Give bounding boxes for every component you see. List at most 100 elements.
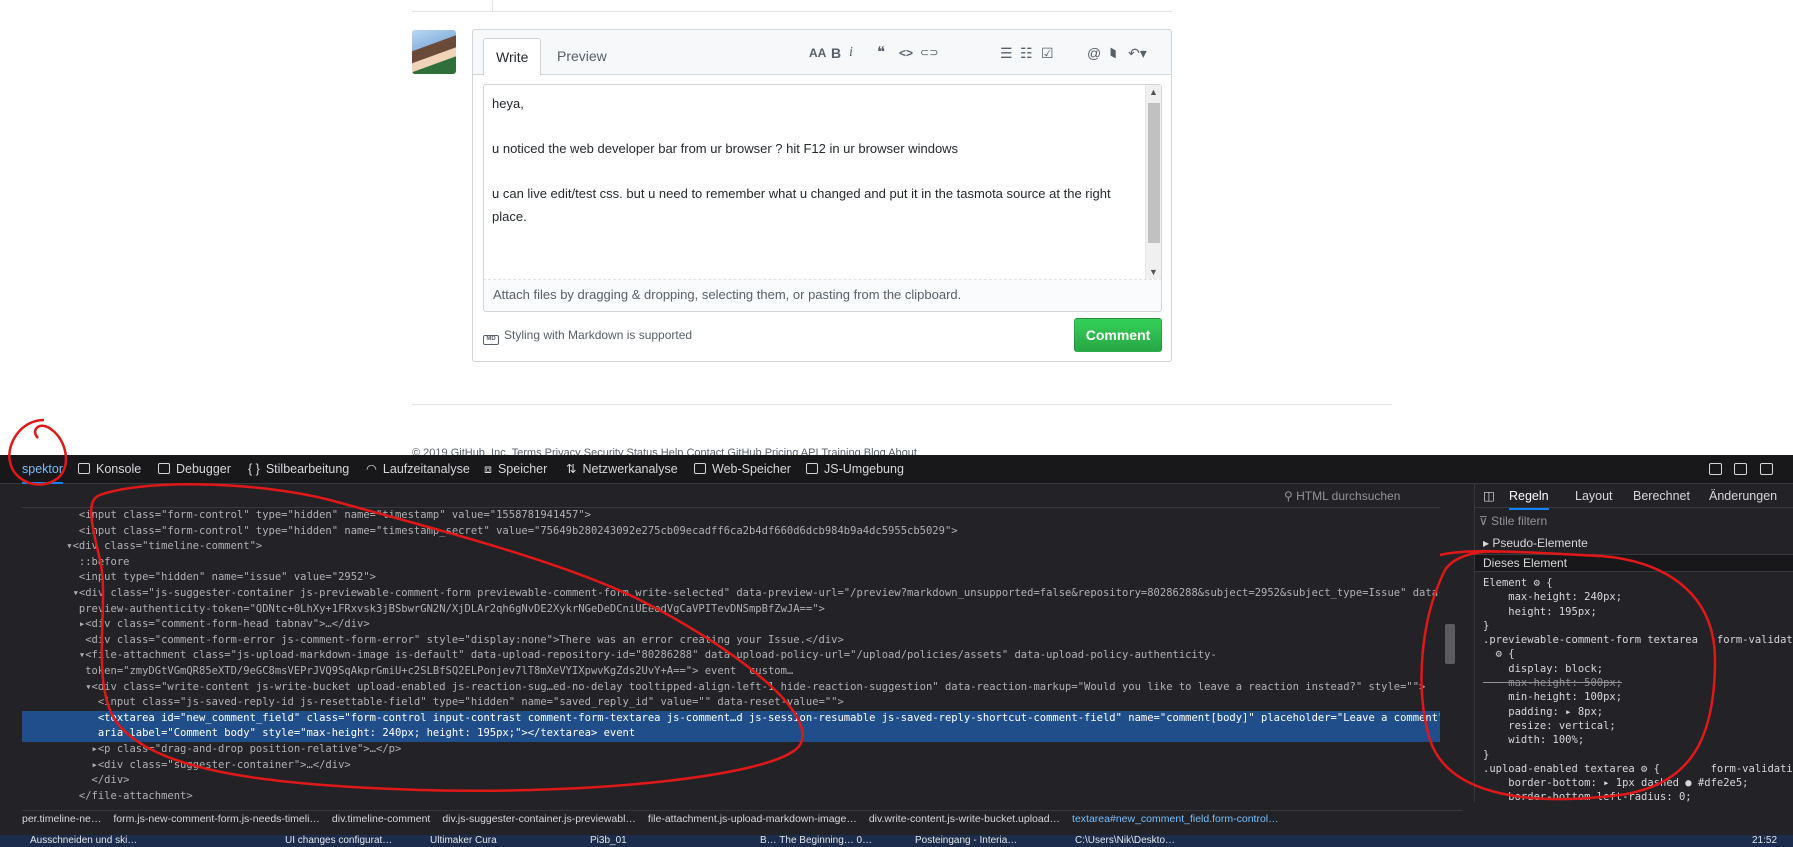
taskbar-item[interactable]: Ultimaker Cura	[430, 835, 497, 847]
scroll-down-icon[interactable]: ▼	[1146, 267, 1161, 277]
breadcrumb-item[interactable]: per.timeline-ne…	[22, 813, 101, 825]
scrollbar-thumb[interactable]	[1148, 103, 1160, 243]
css-rule-line[interactable]: border-bottom-left-radius: 0;	[1483, 790, 1793, 802]
dom-node-row[interactable]: <input type="hidden" name="issue" value=…	[22, 570, 1462, 586]
scroll-up-icon[interactable]: ▲	[1146, 87, 1161, 97]
taskbar-clock[interactable]: 21:52	[1752, 835, 1777, 847]
tab-write[interactable]: Write	[483, 38, 542, 76]
breadcrumb-item[interactable]: form.js-new-comment-form.js-needs-timeli…	[113, 813, 320, 825]
tab-console[interactable]: Konsole	[78, 455, 141, 484]
dom-node-row[interactable]: ▾<div class="js-suggester-container js-p…	[22, 586, 1462, 602]
css-rule-line[interactable]: display: block;	[1483, 662, 1793, 676]
style-filter-input[interactable]: ⊽ Stile filtern	[1479, 512, 1793, 530]
dom-node-row[interactable]: ▸<p class="drag-and-drop position-relati…	[22, 742, 1462, 758]
tab-changes[interactable]: Änderungen	[1709, 484, 1777, 508]
dom-node-row[interactable]: preview-authenticity-token="QDNtc+0LhXy+…	[22, 602, 1462, 618]
comment-body-text[interactable]: heya, u noticed the web developer bar fr…	[492, 93, 1132, 228]
tab-preview[interactable]: Preview	[545, 38, 619, 75]
markdown-note-text[interactable]: Styling with Markdown is supported	[504, 328, 692, 342]
css-rule-line[interactable]: border-bottom: ▸ 1px dashed ● #dfe2e5;	[1483, 776, 1793, 790]
breadcrumb-item[interactable]: div.write-content.js-write-bucket.upload…	[869, 813, 1060, 825]
css-rule-line[interactable]: resize: vertical;	[1483, 719, 1793, 733]
mention-icon[interactable]: @	[1087, 44, 1101, 62]
tab-memory[interactable]: ⧈ Speicher	[484, 455, 547, 484]
dom-node-row[interactable]: ▾<file-attachment class="js-upload-markd…	[22, 648, 1462, 664]
sidebar-toggle-icon[interactable]: ◫	[1483, 484, 1495, 508]
dom-node-row[interactable]: <div class="comment-form-error js-commen…	[22, 633, 1462, 649]
dom-tree[interactable]: <input class="form-control" type="hidden…	[22, 508, 1462, 802]
pseudo-elements-toggle[interactable]: ▸ Pseudo-Elemente	[1483, 536, 1588, 550]
tab-js-environment[interactable]: JS-Umgebung	[806, 455, 904, 484]
tab-debugger[interactable]: Debugger	[158, 455, 231, 484]
code-icon[interactable]: <>	[899, 44, 913, 62]
css-rule-line[interactable]: .previewable-comment-form textarea form-…	[1483, 633, 1793, 647]
link-icon[interactable]: ⊂⊃	[920, 44, 938, 62]
taskbar-item[interactable]: Ausschneiden und ski…	[30, 835, 137, 847]
tab-layout[interactable]: Layout	[1575, 484, 1613, 508]
dom-node-row[interactable]: ▾<div class="write-content js-write-buck…	[22, 680, 1462, 696]
css-rule-line[interactable]: ⚙ {	[1483, 647, 1793, 661]
css-rule-line[interactable]: max-height: 500px;	[1483, 676, 1793, 690]
css-rule-line[interactable]: max-height: 240px;	[1483, 590, 1793, 604]
css-rule-line[interactable]: .upload-enabled textarea ⚙ { form-valida…	[1483, 762, 1793, 776]
dom-node-row[interactable]: <input class="js-saved-reply-id js-reset…	[22, 695, 1462, 711]
unordered-list-icon[interactable]: ☰	[1000, 44, 1013, 62]
comment-textarea[interactable]: heya, u noticed the web developer bar fr…	[483, 84, 1162, 280]
breadcrumb-item[interactable]: textarea#new_comment_field.form-control…	[1072, 813, 1279, 825]
tab-network[interactable]: ⇅ Netzwerkanalyse	[566, 455, 678, 484]
comment-button[interactable]: Comment	[1074, 318, 1162, 352]
dom-node-row[interactable]: </file-attachment>	[22, 789, 1462, 802]
dom-node-row[interactable]: ▸<div class="suggester-container">…</div…	[22, 758, 1462, 774]
bookmark-icon[interactable]: ▰	[1105, 48, 1123, 59]
dom-node-row[interactable]: token="zmyDGtVGmQR85eXTD/9eGC8msVEPrJVQ9…	[22, 664, 1462, 680]
taskbar-item[interactable]: UI changes configurat…	[285, 835, 392, 847]
dom-node-row[interactable]: ▾<div class="timeline-comment">	[22, 539, 1462, 555]
bold-icon[interactable]: B	[831, 44, 841, 62]
reply-icon[interactable]: ↶▾	[1128, 44, 1147, 62]
tab-storage[interactable]: Web-Speicher	[694, 455, 791, 484]
user-avatar[interactable]	[412, 30, 456, 74]
dom-node-row[interactable]: <input class="form-control" type="hidden…	[22, 524, 1462, 540]
dom-node-row[interactable]: ▸<div class="comment-form-head tabnav">……	[22, 617, 1462, 633]
taskbar-item[interactable]: Pi3b_01	[590, 835, 627, 847]
css-rule-line[interactable]: width: 100%;	[1483, 733, 1793, 747]
breadcrumb-item[interactable]: div.timeline-comment	[332, 813, 430, 825]
css-rule-line[interactable]: height: 195px;	[1483, 605, 1793, 619]
dom-node-row[interactable]: ::before	[22, 555, 1462, 571]
css-rule-line[interactable]: Element ⚙ {	[1483, 576, 1793, 590]
tab-performance[interactable]: ◠ Laufzeitanalyse	[366, 455, 470, 484]
dom-node-row[interactable]: <input class="form-control" type="hidden…	[22, 508, 1462, 524]
tab-style-editor[interactable]: { } Stilbearbeitung	[248, 455, 349, 484]
pick-frame-icon[interactable]	[1709, 463, 1722, 475]
taskbar-item[interactable]: B… The Beginning… 0…	[760, 835, 872, 847]
taskbar-item[interactable]: Posteingang - Interia…	[915, 835, 1017, 847]
breadcrumb-item[interactable]: file-attachment.js-upload-markdown-image…	[648, 813, 857, 825]
css-rule-line[interactable]: padding: ▸ 8px;	[1483, 705, 1793, 719]
footer-links[interactable]: © 2019 GitHub, Inc. Terms Privacy Securi…	[412, 447, 1392, 455]
task-list-icon[interactable]: ☑	[1041, 44, 1054, 62]
tab-inspector[interactable]: spektor	[22, 455, 63, 484]
attach-files-area[interactable]: Attach files by dragging & dropping, sel…	[483, 280, 1162, 312]
italic-icon[interactable]: i	[849, 44, 853, 62]
dom-node-row-selected[interactable]: <textarea id="new_comment_field" class="…	[22, 710, 1462, 742]
tab-rules[interactable]: Regeln	[1509, 484, 1549, 510]
css-rule-line[interactable]: }	[1483, 619, 1793, 633]
css-rules[interactable]: Element ⚙ { max-height: 240px; height: 1…	[1483, 576, 1793, 802]
ordered-list-icon[interactable]: ☷	[1020, 44, 1033, 62]
textarea-scrollbar[interactable]: ▲ ▼	[1145, 85, 1161, 279]
screenshot-icon[interactable]	[1760, 463, 1773, 475]
html-search-input[interactable]: ⚲ HTML durchsuchen	[1284, 487, 1462, 505]
quote-icon[interactable]: ❝	[877, 44, 885, 62]
markup-scrollbar[interactable]	[1440, 484, 1462, 802]
markdown-note[interactable]: MD Styling with Markdown is supported	[483, 327, 692, 345]
header-text-icon[interactable]: AA	[809, 44, 826, 62]
css-rule-line[interactable]: }	[1483, 748, 1793, 762]
responsive-mode-icon[interactable]	[1734, 463, 1747, 475]
markup-view[interactable]: ⚲ HTML durchsuchen ✎ <input class="form-…	[22, 484, 1462, 802]
dom-node-row[interactable]: </div>	[22, 773, 1462, 789]
taskbar-item[interactable]: C:\Users\Nik\Deskto…	[1075, 835, 1175, 847]
css-rule-line[interactable]: min-height: 100px;	[1483, 690, 1793, 704]
markup-scrollbar-thumb[interactable]	[1445, 624, 1455, 664]
tab-computed[interactable]: Berechnet	[1633, 484, 1690, 508]
breadcrumb-item[interactable]: div.js-suggester-container.js-previewabl…	[442, 813, 636, 825]
